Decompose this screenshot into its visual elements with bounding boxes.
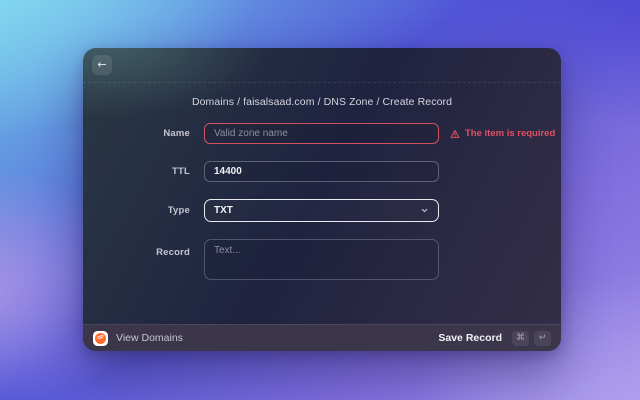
type-select-value: TXT [214,205,233,216]
ttl-row: TTL [83,161,561,182]
modal-header: ← [83,48,561,83]
type-label: Type [167,205,190,216]
breadcrumb: Domains / faisalsaad.com / DNS Zone / Cr… [191,96,453,108]
name-row: Name The item is required [83,123,561,144]
record-label: Record [156,247,190,258]
type-row: Type TXT [83,199,561,222]
modal-footer: cP View Domains Save Record ⌘ ↵ [83,324,561,351]
record-row: Record [83,239,561,280]
name-error: The item is required [450,128,555,139]
enter-key-icon: ↵ [534,330,551,346]
type-select[interactable]: TXT [204,199,439,222]
create-record-form: Name The item is required TTL Type TXT [83,123,561,280]
view-domains-link[interactable]: View Domains [116,332,183,344]
name-error-text: The item is required [465,128,556,139]
ttl-input[interactable] [204,161,439,182]
cpanel-logo-mark: cP [95,332,106,344]
command-key-icon: ⌘ [512,330,529,346]
chevron-down-icon [421,208,428,213]
name-input[interactable] [204,123,439,144]
warning-triangle-icon [450,129,460,138]
record-textarea[interactable] [204,239,439,280]
cpanel-logo-icon: cP [93,330,108,346]
save-record-button[interactable]: Save Record [438,332,502,344]
name-label: Name [163,128,190,139]
back-button[interactable]: ← [92,55,112,75]
back-arrow-icon: ← [97,58,107,71]
footer-actions: Save Record ⌘ ↵ [438,330,551,346]
ttl-label: TTL [171,166,190,177]
create-record-modal: ← Domains / faisalsaad.com / DNS Zone / … [83,48,561,351]
